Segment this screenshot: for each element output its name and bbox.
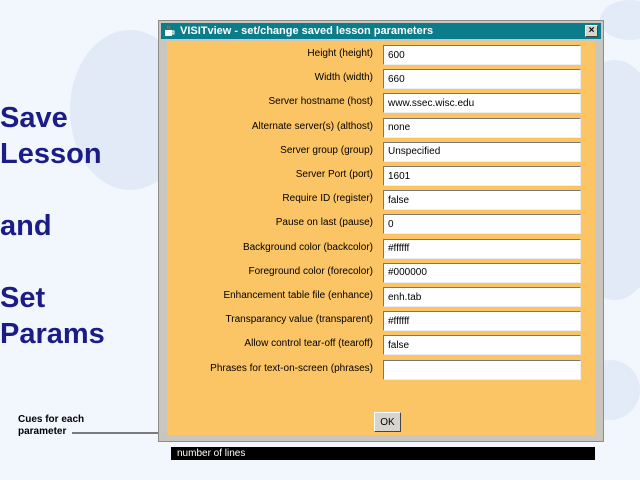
parameter-row: Enhancement table file (enhance) [167,287,595,307]
parameter-input[interactable] [383,214,581,235]
parameter-row: Background color (backcolor) [167,238,595,259]
parameter-label: Transparancy value (transparent) [225,314,373,326]
slide-title-line: Save [0,102,68,134]
slide-title-line: and [0,210,52,242]
close-button[interactable]: × [585,25,598,37]
parameter-input[interactable] [383,69,581,90]
parameter-input[interactable] [383,287,581,307]
parameter-row: Height (height) [167,45,595,65]
dialog-titlebar[interactable]: VISITview - set/change saved lesson para… [161,23,601,39]
parameter-row: Alternate server(s) (althost) [167,117,595,138]
parameter-row: Server hostname (host) [167,93,595,114]
parameter-label: Foreground color (forecolor) [248,265,374,277]
slide-title: Save Lesson and Set Params [0,100,150,352]
slide-title-line [0,244,150,280]
parameter-row: Server group (group) [167,141,595,162]
parameter-input[interactable] [383,190,581,211]
parameter-input[interactable] [383,141,581,162]
parameter-row: Width (width) [167,69,595,90]
parameter-input[interactable] [383,359,581,380]
parameter-label: Height (height) [307,48,373,59]
parameter-label: Server hostname (host) [268,96,374,108]
parameter-input[interactable] [383,93,581,114]
parameter-label: Require ID (register) [282,193,373,205]
parameter-row: Allow control tear-off (tearoff) [167,335,595,356]
parameter-row: Pause on last (pause) [167,214,595,235]
parameter-label: Pause on last (pause) [275,217,373,229]
parameter-label: Width (width) [314,72,373,84]
parameter-label: Server group (group) [280,144,373,156]
parameter-input[interactable] [383,166,581,186]
parameter-row: Require ID (register) [167,190,595,211]
parameter-row: Transparancy value (transparent) [167,311,595,332]
parameter-label: Phrases for text-on-screen (phrases) [210,362,373,374]
slide-title-line: Set [0,282,46,314]
dialog-title: VISITview - set/change saved lesson para… [180,25,434,37]
parameter-input[interactable] [383,311,581,332]
parameter-row: Phrases for text-on-screen (phrases) [167,359,595,380]
ok-button[interactable]: OK [374,412,401,432]
cue-arrow-icon [72,430,164,436]
parameter-row: Foreground color (forecolor) [167,262,595,283]
slide-title-line [0,172,150,208]
parameter-label: Background color (backcolor) [242,241,373,253]
status-bar: number of lines [171,447,595,460]
background-map-shape [600,0,640,40]
parameter-input[interactable] [383,117,581,138]
parameter-input[interactable] [383,45,581,65]
parameter-input[interactable] [383,238,581,259]
parameter-row: Server Port (port) [167,166,595,186]
java-cup-icon [165,25,175,36]
slide-title-line: Params [0,318,105,350]
slide-title-line: Lesson [0,138,102,170]
parameters-panel: OK number of lines Height (height) Width … [167,41,595,460]
parameter-label: Server Port (port) [295,169,373,180]
parameter-label: Enhancement table file (enhance) [223,290,373,301]
parameter-label: Alternate server(s) (althost) [251,120,373,132]
parameters-dialog: VISITview - set/change saved lesson para… [158,20,604,460]
parameter-input[interactable] [383,262,581,283]
parameter-label: Allow control tear-off (tearoff) [244,338,373,350]
parameter-input[interactable] [383,335,581,356]
